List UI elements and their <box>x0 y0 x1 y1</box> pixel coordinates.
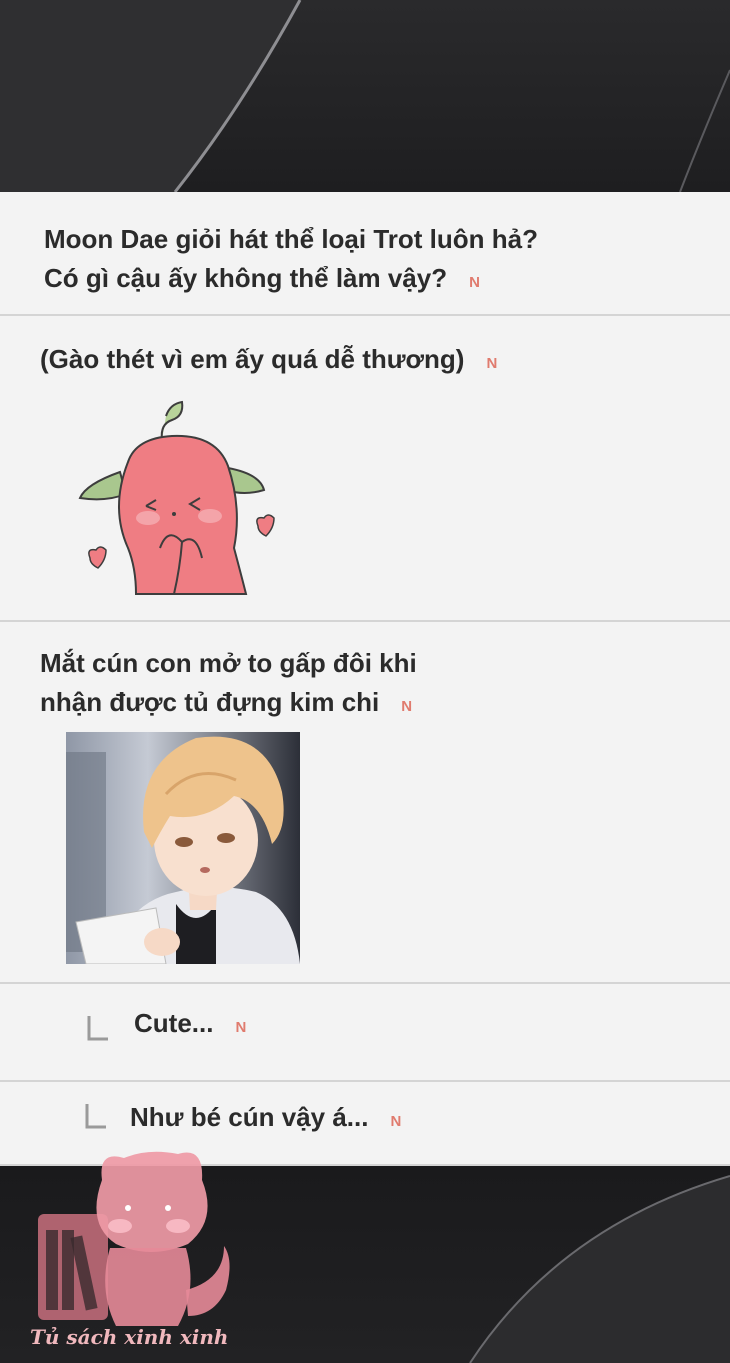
photo-image <box>66 732 300 964</box>
new-badge: N <box>235 1018 247 1036</box>
top-dark-background <box>0 0 730 192</box>
reply-item[interactable]: Cute... N <box>0 984 730 1082</box>
sticker-image <box>78 400 275 595</box>
reply-arrow-icon <box>85 1104 106 1129</box>
new-badge: N <box>469 273 480 291</box>
reply-line: Như bé cún vậy á... <box>130 1102 369 1132</box>
new-badge: N <box>486 354 498 372</box>
comment-line: Mắt cún con mở to gấp đôi khi <box>40 648 417 678</box>
comment-line-with-badge: nhận được tủ đựng kim chi N <box>40 683 417 724</box>
reply-line: Cute... <box>134 1008 214 1038</box>
comment-line: (Gào thét vì em ấy quá dễ thương) <box>40 344 465 374</box>
comment-feed: Moon Dae giỏi hát thể loại Trot luôn hả?… <box>0 192 730 1166</box>
comment-text: Moon Dae giỏi hát thể loại Trot luôn hả?… <box>44 220 538 300</box>
comment-text: Mắt cún con mở to gấp đôi khi nhận được … <box>40 644 417 724</box>
reply-text: Như bé cún vậy á... N <box>130 1098 401 1139</box>
reply-arrow-icon <box>87 1016 108 1041</box>
comment-item[interactable]: Moon Dae giỏi hát thể loại Trot luôn hả?… <box>0 192 730 316</box>
new-badge: N <box>390 1112 402 1130</box>
comment-line: Moon Dae giỏi hát thể loại Trot luôn hả? <box>44 224 538 254</box>
reply-text: Cute... N <box>134 1004 246 1045</box>
comment-line-with-badge: Có gì cậu ấy không thể làm vậy? N <box>44 259 538 300</box>
comment-text: (Gào thét vì em ấy quá dễ thương) N <box>40 340 497 381</box>
comment-item[interactable]: Mắt cún con mở to gấp đôi khi nhận được … <box>0 622 730 984</box>
new-badge: N <box>401 697 413 715</box>
watermark-text: Tủ sách xinh xinh <box>30 1325 229 1349</box>
comment-line: nhận được tủ đựng kim chi <box>40 687 380 717</box>
comment-item[interactable]: (Gào thét vì em ấy quá dễ thương) N <box>0 316 730 622</box>
comment-line: Có gì cậu ấy không thể làm vậy? <box>44 263 448 293</box>
comment-line-with-badge: (Gào thét vì em ấy quá dễ thương) N <box>40 340 497 381</box>
